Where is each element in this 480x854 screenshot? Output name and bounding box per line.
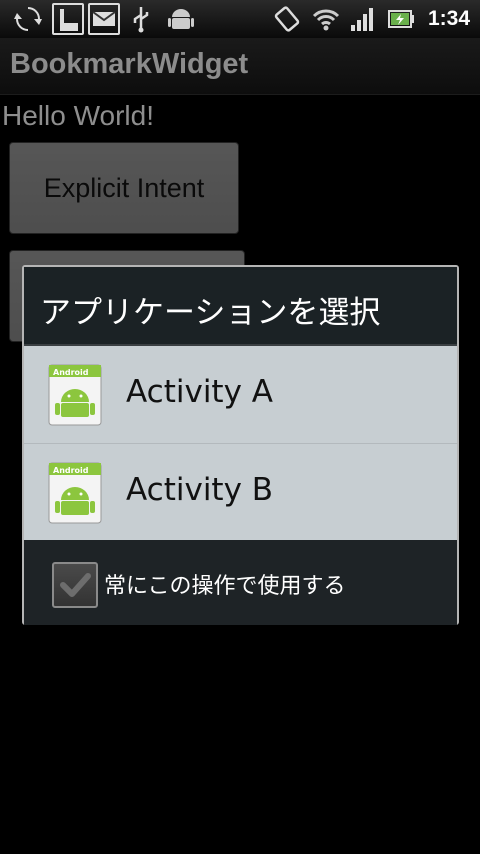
status-bar: 1:34	[0, 0, 480, 38]
svg-text:Android: Android	[53, 466, 89, 475]
battery-icon	[388, 10, 414, 28]
screen-rotate-icon	[274, 6, 300, 32]
mail-icon	[52, 3, 84, 35]
usb-icon	[133, 7, 149, 33]
list-item-label: Activity B	[126, 472, 274, 508]
always-use-checkbox[interactable]	[52, 562, 98, 608]
app-list: Android Activity A Android Activity B	[24, 346, 457, 540]
list-item-activity-b[interactable]: Android Activity B	[24, 443, 457, 540]
checkmark-icon	[60, 573, 91, 597]
dialog-title: アプリケーションを選択	[40, 295, 381, 331]
android-app-icon: Android	[48, 462, 102, 524]
always-use-label: 常にこの操作で使用する	[104, 574, 346, 599]
android-app-icon: Android	[48, 364, 102, 426]
hello-text: Hello World!	[2, 100, 154, 131]
sync-icon	[14, 7, 42, 31]
svg-text:Android: Android	[53, 368, 89, 377]
list-item-activity-a[interactable]: Android Activity A	[24, 346, 457, 442]
dialog-footer: 常にこの操作で使用する	[24, 540, 457, 625]
android-debug-icon	[168, 9, 194, 29]
app-chooser-dialog: アプリケーションを選択 Android Activity A Android A…	[22, 265, 459, 625]
app-title-bar: BookmarkWidget	[0, 38, 480, 95]
envelope-icon	[88, 3, 120, 35]
status-time: 1:34	[427, 7, 470, 30]
explicit-intent-button[interactable]: Explicit Intent	[9, 142, 239, 234]
list-item-label: Activity A	[126, 374, 273, 410]
dialog-title-bar: アプリケーションを選択	[24, 267, 457, 346]
signal-icon	[351, 8, 373, 31]
wifi-icon	[312, 9, 340, 31]
app-title: BookmarkWidget	[10, 48, 249, 80]
